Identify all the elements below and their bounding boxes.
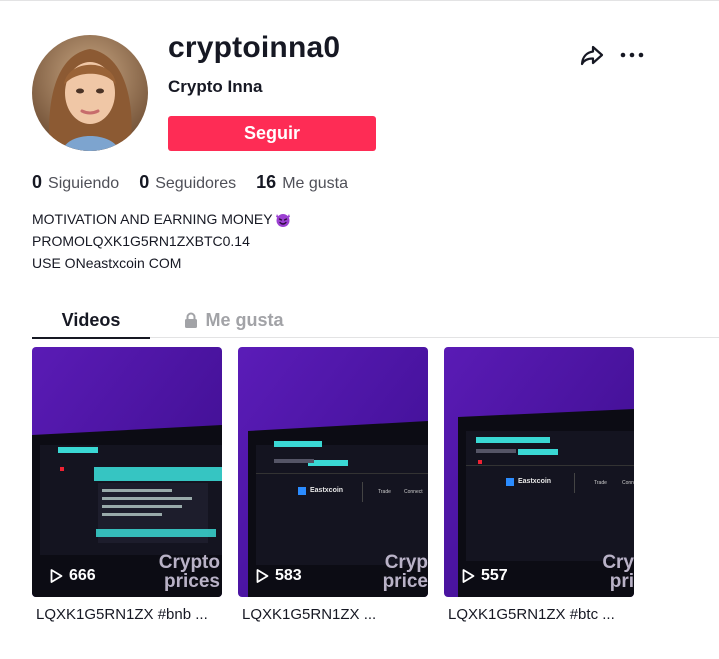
video-menu-2: Connect [404, 489, 423, 495]
video-views-text: 557 [481, 567, 508, 584]
bio-btc-label: BTC [194, 233, 223, 249]
video-caption[interactable]: LQXK1G5RN1ZX #btc ... [444, 606, 634, 623]
video-overlay-text: Cry pri [602, 553, 634, 591]
video-views-text: 583 [275, 567, 302, 584]
video-card[interactable]: Crypto prices 666 [32, 347, 222, 597]
video-caption[interactable]: LQXK1G5RN1ZX ... [238, 606, 428, 623]
video-overlay-line-2: prices [164, 571, 220, 592]
lock-icon [184, 312, 198, 329]
video-view-count: 583 [254, 567, 302, 585]
top-divider [0, 0, 719, 1]
bio-line-2: PROMO LQXK1G5RN1ZX BTC 0.14 [32, 230, 292, 252]
tab-videos-label: Videos [61, 309, 121, 330]
bio-site-name: eastxcoin [85, 255, 145, 271]
stat-following[interactable]: 0 Siguiendo [32, 172, 119, 193]
video-menu-2: Conn [622, 480, 634, 486]
bio-site-tld: COM [144, 255, 182, 271]
video-caption[interactable]: LQXK1G5RN1ZX #bnb ... [32, 606, 222, 623]
video-card[interactable]: Eastxcoin Trade Connect Cryp price 583 [238, 347, 428, 597]
smiling-devil-emoji-icon [274, 210, 292, 228]
profile-nickname: Crypto Inna [168, 77, 263, 96]
video-overlay-line-1: Cryp [384, 552, 428, 573]
tab-liked-label: Me gusta [205, 309, 284, 330]
tab-videos[interactable]: Videos [32, 302, 150, 339]
bio-line-3: USE ON eastxcoin COM [32, 252, 292, 274]
stat-likes-count: 16 [256, 172, 277, 192]
stat-followers-label: Seguidores [155, 175, 237, 192]
bio-line-1-text: MOTIVATION AND EARNING MONEY [32, 211, 273, 227]
profile-username: cryptoinna0 [168, 31, 341, 64]
bio-use-on-label: USE ON [32, 255, 86, 271]
video-menu-1: Trade [378, 489, 391, 495]
play-icon [462, 569, 475, 583]
video-overlay-line-1: Cry [602, 552, 634, 573]
video-overlay-text: Crypto prices [159, 553, 220, 591]
video-overlay-line-2: pri [609, 571, 634, 592]
profile-tabs: Videos Me gusta [32, 302, 719, 339]
more-dots-icon[interactable] [619, 42, 645, 68]
bio-btc-amount: 0.14 [222, 233, 250, 249]
bio-promo-label: PROMO [32, 233, 85, 249]
video-view-count: 557 [460, 567, 508, 585]
follow-button[interactable]: Seguir [168, 116, 376, 151]
video-view-count: 666 [48, 567, 96, 585]
share-arrow-icon[interactable] [579, 42, 605, 68]
stat-followers[interactable]: 0 Seguidores [139, 172, 236, 193]
video-card[interactable]: Eastxcoin Trade Conn Cry pri 557 [444, 347, 634, 597]
avatar[interactable] [32, 35, 148, 151]
play-icon [50, 569, 63, 583]
profile-stats: 0 Siguiendo 0 Seguidores 16 Me gusta [32, 172, 348, 193]
tab-liked[interactable]: Me gusta [182, 302, 286, 338]
video-overlay-line-1: Crypto [158, 552, 220, 573]
video-site-name: Eastxcoin [518, 478, 552, 485]
bio-promo-code: LQXK1G5RN1ZX [84, 233, 195, 249]
video-site-name: Eastxcoin [310, 487, 344, 494]
play-icon [256, 569, 269, 583]
stat-following-count: 0 [32, 172, 43, 192]
bio-line-1: MOTIVATION AND EARNING MONEY [32, 208, 292, 230]
video-views-text: 666 [69, 567, 96, 584]
video-overlay-text: Cryp price [383, 553, 428, 591]
stat-likes-label: Me gusta [282, 175, 348, 192]
stat-following-label: Siguiendo [48, 175, 120, 192]
stat-likes: 16 Me gusta [256, 172, 348, 193]
video-menu-1: Trade [594, 480, 607, 486]
video-overlay-line-2: price [382, 571, 428, 592]
stat-followers-count: 0 [139, 172, 150, 192]
profile-bio: MOTIVATION AND EARNING MONEY PROMO LQXK1… [32, 208, 292, 274]
